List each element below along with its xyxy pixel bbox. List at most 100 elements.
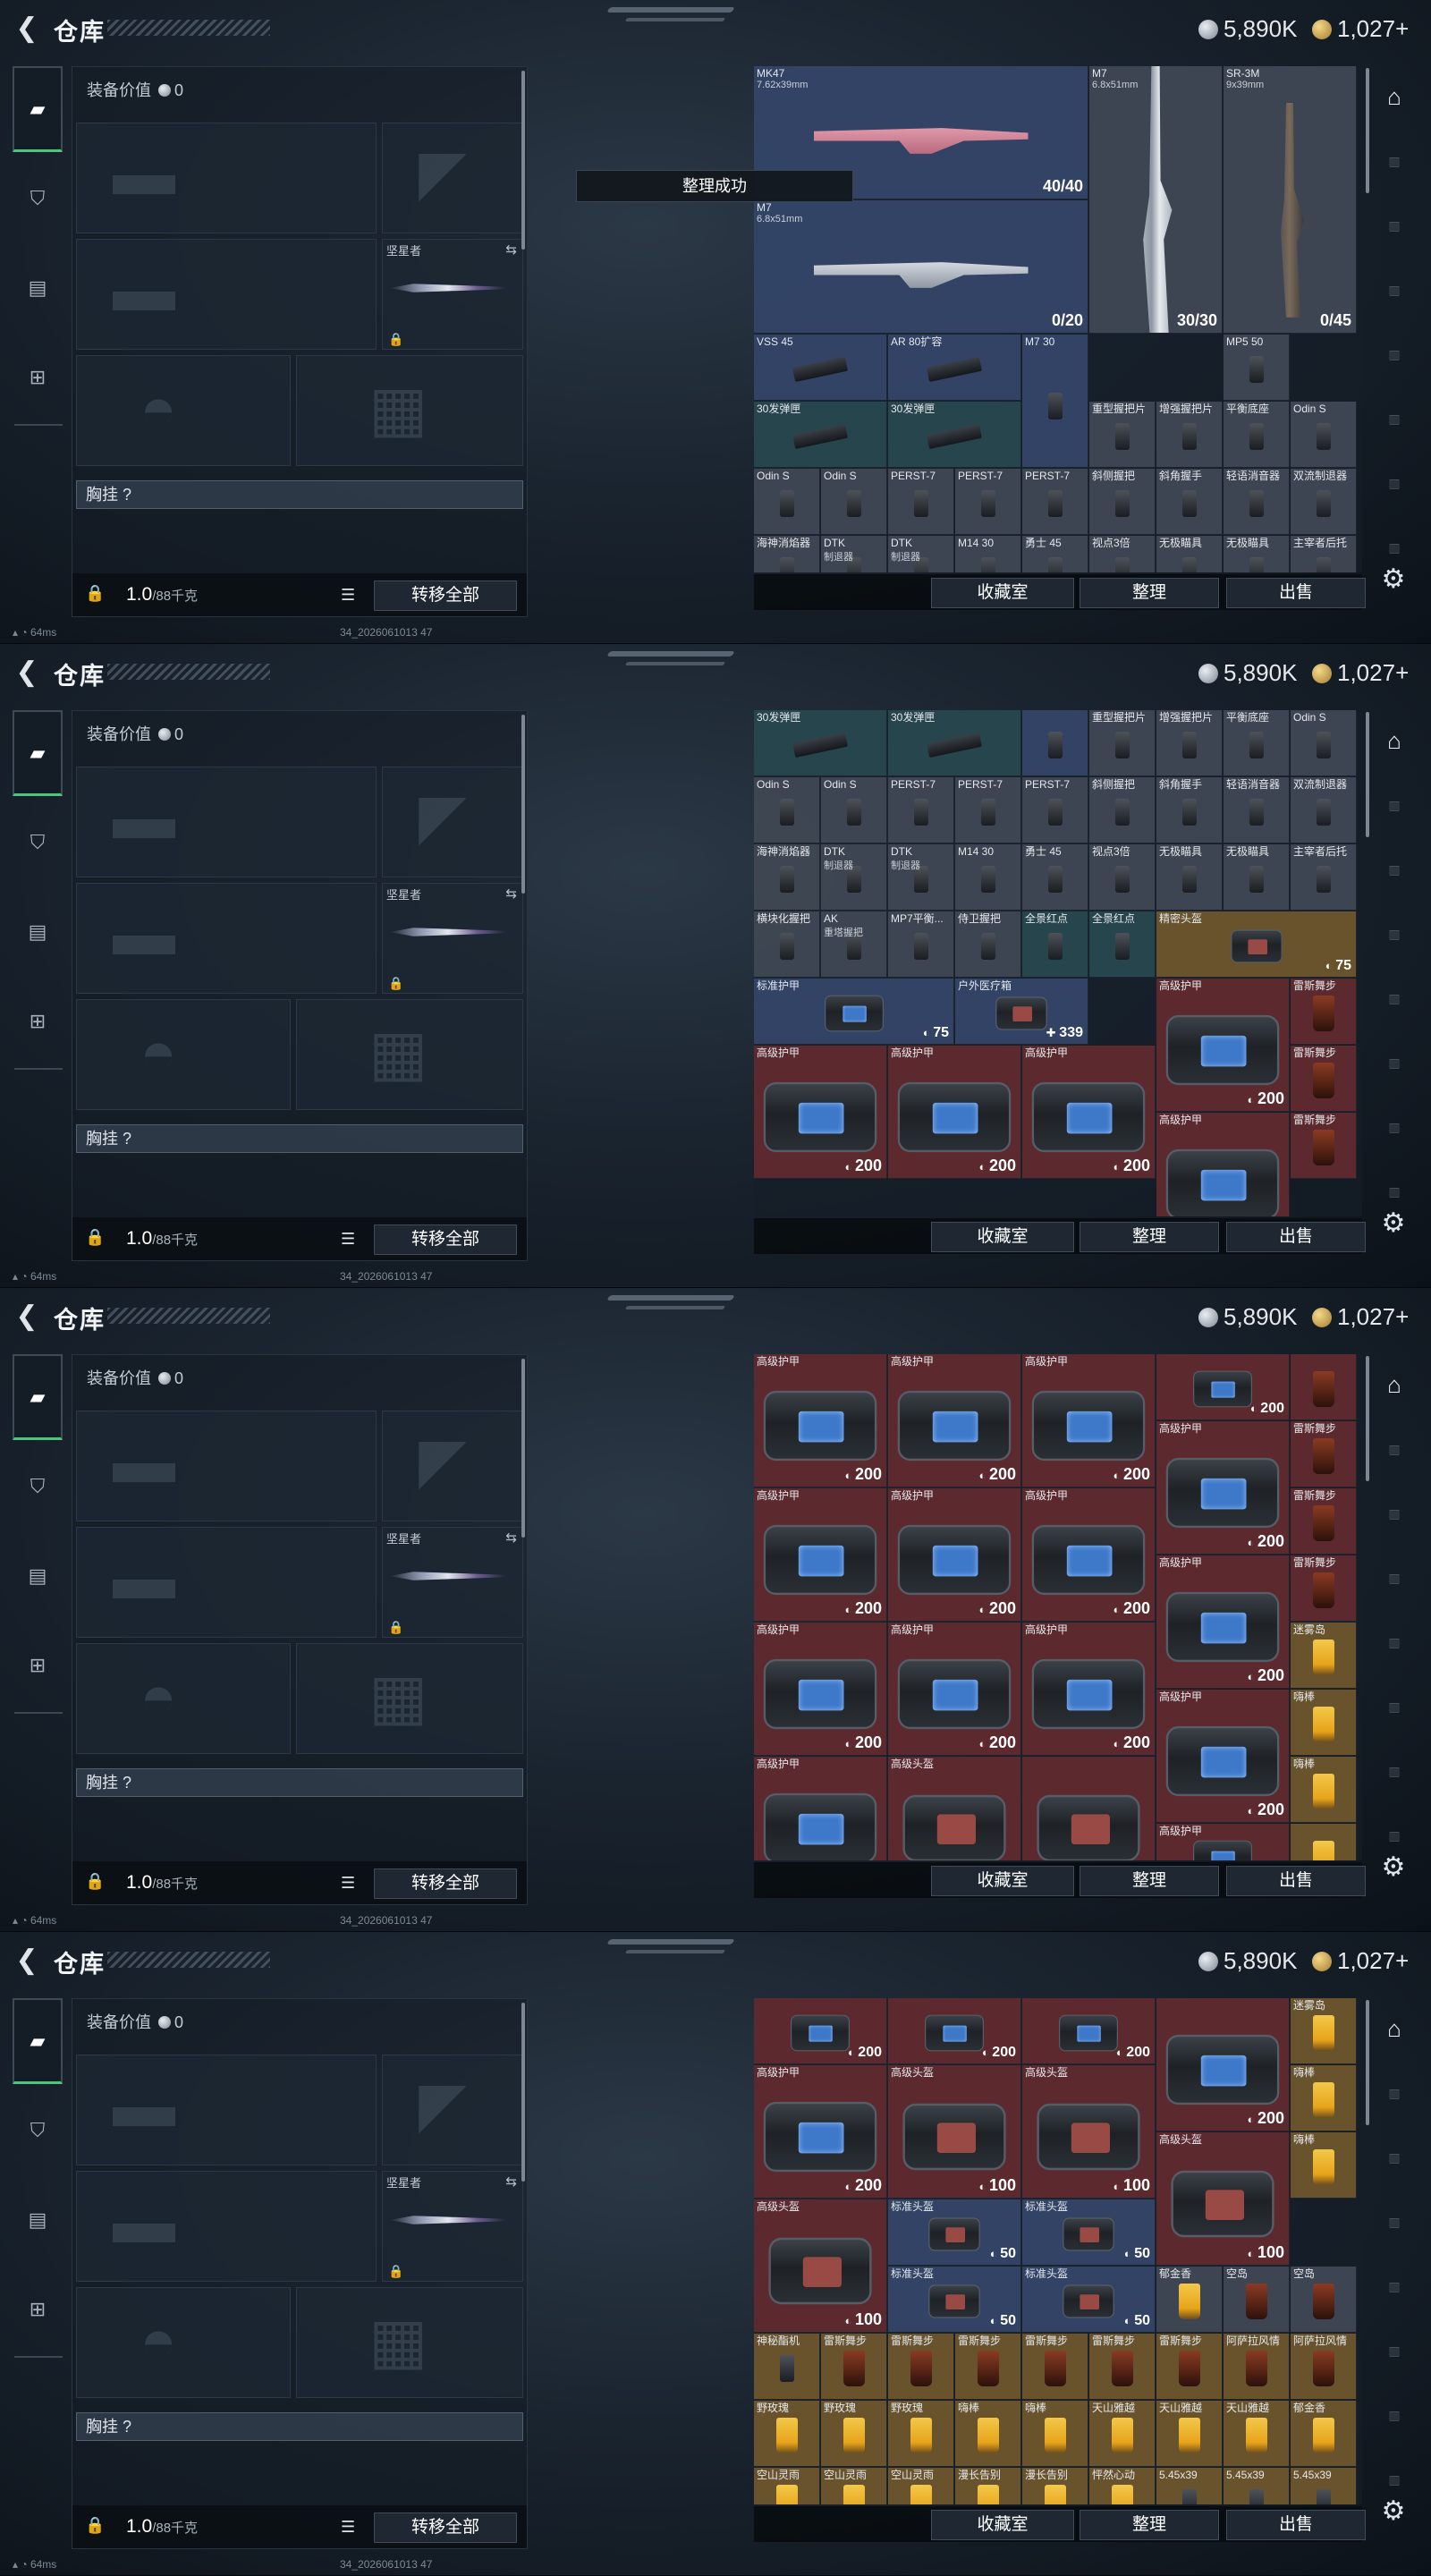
backpack-icon[interactable]: ▤ xyxy=(13,2177,63,2263)
inventory-item[interactable]: 标准头盔 50 xyxy=(1022,2267,1156,2333)
crate-icon[interactable]: ▥ xyxy=(1376,916,1412,952)
inventory-item[interactable]: 轻语消音器 xyxy=(1224,469,1290,535)
inventory-item[interactable]: 200 xyxy=(1156,1354,1290,1420)
organize-button[interactable]: 整理 xyxy=(1080,2510,1219,2540)
crate-icon[interactable]: ▥ xyxy=(1376,852,1412,887)
inventory-item[interactable]: 无极瞄具 xyxy=(1156,844,1223,911)
inventory-item[interactable]: PERST-7 xyxy=(955,469,1021,535)
crate-icon[interactable]: ▥ xyxy=(1376,272,1412,308)
backpack-icon[interactable]: ▤ xyxy=(13,1533,63,1619)
inventory-item[interactable]: 雷斯舞步 xyxy=(1291,1555,1357,1622)
scrollbar[interactable] xyxy=(521,715,525,894)
crate-icon[interactable]: ▥ xyxy=(1376,2333,1412,2368)
armor-icon[interactable]: ⛉ xyxy=(13,800,63,886)
inventory-item[interactable]: 30发弹匣 xyxy=(754,710,887,776)
melee-slot[interactable]: 坚星者 ⇆ 🔒 xyxy=(382,239,523,350)
inventory-item[interactable] xyxy=(1022,710,1088,776)
inventory-item[interactable]: 高级护甲 200 xyxy=(888,1623,1021,1756)
inventory-item[interactable]: Odin S xyxy=(754,777,820,843)
briefcase-icon[interactable]: ⊞ xyxy=(13,1623,63,1708)
inventory-item[interactable]: 雷斯舞步 xyxy=(1291,1421,1357,1487)
inventory-item[interactable]: 斜角握手 xyxy=(1156,777,1223,843)
collection-icon[interactable]: ⌂ xyxy=(1376,2011,1412,2046)
scrollbar[interactable] xyxy=(521,71,525,250)
inventory-item[interactable]: 高级护甲 xyxy=(1156,1113,1290,1216)
inventory-item[interactable]: 200 xyxy=(888,1998,1021,2064)
inventory-item[interactable]: 高级头盔 100 xyxy=(888,2065,1021,2199)
swap-icon[interactable]: ⇆ xyxy=(505,242,517,258)
inventory-item[interactable]: 勇士 45 xyxy=(1022,844,1088,911)
crate-icon[interactable]: ▥ xyxy=(1376,1689,1412,1724)
chest-rig-slot[interactable]: 胸挂 ? xyxy=(76,480,523,509)
inventory-item[interactable]: 无极瞄具 xyxy=(1156,536,1223,572)
inventory-item[interactable]: 雷斯舞步 xyxy=(1291,1488,1357,1555)
transfer-all-button[interactable]: 转移全部 xyxy=(374,1224,517,1255)
crate-icon[interactable]: ▥ xyxy=(1376,980,1412,1016)
list-icon[interactable]: ☰ xyxy=(341,586,355,605)
crate-icon[interactable]: ▥ xyxy=(1376,2075,1412,2111)
inventory-item[interactable]: 30发弹匣 xyxy=(754,402,887,468)
inventory-item[interactable]: 雷斯舞步 xyxy=(1291,1046,1357,1112)
gold-currency[interactable]: 1,027+ xyxy=(1312,1301,1409,1333)
melee-slot[interactable]: 坚星者 ⇆ 🔒 xyxy=(382,2171,523,2282)
gold-currency[interactable]: 1,027+ xyxy=(1312,13,1409,45)
inventory-item[interactable]: 高级护甲 200 xyxy=(754,1623,887,1756)
inventory-item[interactable]: 高级头盔 xyxy=(888,1757,1021,1860)
gear-icon[interactable]: ⚙ xyxy=(1376,2494,1411,2529)
silver-currency[interactable]: 5,890K xyxy=(1198,657,1297,689)
inventory-item[interactable]: 标准头盔 50 xyxy=(888,2199,1021,2266)
inventory-item[interactable]: PERST-7 xyxy=(888,469,954,535)
inventory-item[interactable]: 高级护甲 200 xyxy=(1022,1354,1156,1487)
inventory-item[interactable]: 主宰者后托 xyxy=(1291,844,1357,911)
inventory-item[interactable]: 海神消焰器 xyxy=(754,844,820,911)
inventory-item[interactable]: AK 重塔握把 xyxy=(821,911,887,978)
inventory-item[interactable]: Odin S xyxy=(821,469,887,535)
inventory-item[interactable]: 斜侧握把 xyxy=(1089,777,1156,843)
inventory-item[interactable]: 侍卫握把 xyxy=(955,911,1021,978)
inventory-item[interactable]: 200 xyxy=(754,1998,887,2064)
inventory-item[interactable]: 平衡底座 xyxy=(1224,710,1290,776)
inventory-item[interactable]: 重型握把片 xyxy=(1089,710,1156,776)
inventory-item[interactable]: 主宰者后托 xyxy=(1291,536,1357,572)
gear-icon[interactable]: ⚙ xyxy=(1376,1850,1411,1885)
inventory-item[interactable]: 30发弹匣 xyxy=(888,710,1021,776)
inventory-item[interactable]: 迷雾岛 xyxy=(1291,1998,1357,2064)
silver-currency[interactable]: 5,890K xyxy=(1198,13,1297,45)
crate-icon[interactable]: ▥ xyxy=(1376,2140,1412,2175)
crate-icon[interactable]: ▥ xyxy=(1376,1431,1412,1467)
inventory-item[interactable]: DTK 制退器 xyxy=(821,844,887,911)
crate-icon[interactable]: ▥ xyxy=(1376,1753,1412,1789)
collection-button[interactable]: 收藏室 xyxy=(931,2510,1074,2540)
swap-icon[interactable]: ⇆ xyxy=(505,2174,517,2190)
inventory-item[interactable] xyxy=(1022,1757,1156,1860)
organize-button[interactable]: 整理 xyxy=(1080,578,1219,608)
pistol-icon[interactable]: ▰ xyxy=(13,710,63,796)
inventory-item[interactable]: 郁金香 xyxy=(1156,2267,1223,2333)
inventory-item[interactable] xyxy=(1291,1824,1357,1860)
crate-icon[interactable]: ▥ xyxy=(1376,208,1412,243)
helmet-slot[interactable]: ◓ xyxy=(76,999,291,1110)
chevron-left-icon[interactable]: ❮ xyxy=(11,13,43,45)
inventory-item[interactable]: 无极瞄具 xyxy=(1224,844,1290,911)
crate-icon[interactable]: ▥ xyxy=(1376,143,1412,179)
list-icon[interactable]: ☰ xyxy=(341,1874,355,1893)
inventory-item[interactable]: 高级护甲 200 xyxy=(1156,1690,1290,1823)
crate-icon[interactable]: ▥ xyxy=(1376,1560,1412,1596)
inventory-item[interactable]: 高级护甲 200 xyxy=(754,2065,887,2199)
inventory-item[interactable]: MP5 50 xyxy=(1224,335,1290,401)
inventory-item[interactable]: MP7平衡... xyxy=(888,911,954,978)
inventory-item[interactable]: 郁金香 xyxy=(1291,2401,1357,2467)
armor-icon[interactable]: ⛉ xyxy=(13,2088,63,2174)
gold-currency[interactable]: 1,027+ xyxy=(1312,1945,1409,1977)
inventory-item[interactable]: 双流制退器 xyxy=(1291,777,1357,843)
inventory-item[interactable]: M14 30 xyxy=(955,536,1021,572)
inventory-item[interactable]: 高级护甲 200 xyxy=(1022,1488,1156,1622)
inventory-item[interactable]: DTK 制退器 xyxy=(888,844,954,911)
inventory-item[interactable]: M7 6.8x51mm 30/30 xyxy=(1089,66,1223,334)
transfer-all-button[interactable]: 转移全部 xyxy=(374,1868,517,1899)
crate-icon[interactable]: ▥ xyxy=(1376,2397,1412,2433)
primary-weapon-slot[interactable]: ▬ xyxy=(76,1411,377,1521)
swap-icon[interactable]: ⇆ xyxy=(505,1530,517,1546)
lock-icon[interactable]: 🔒 xyxy=(85,1872,105,1891)
collection-icon[interactable]: ⌂ xyxy=(1376,1367,1412,1402)
